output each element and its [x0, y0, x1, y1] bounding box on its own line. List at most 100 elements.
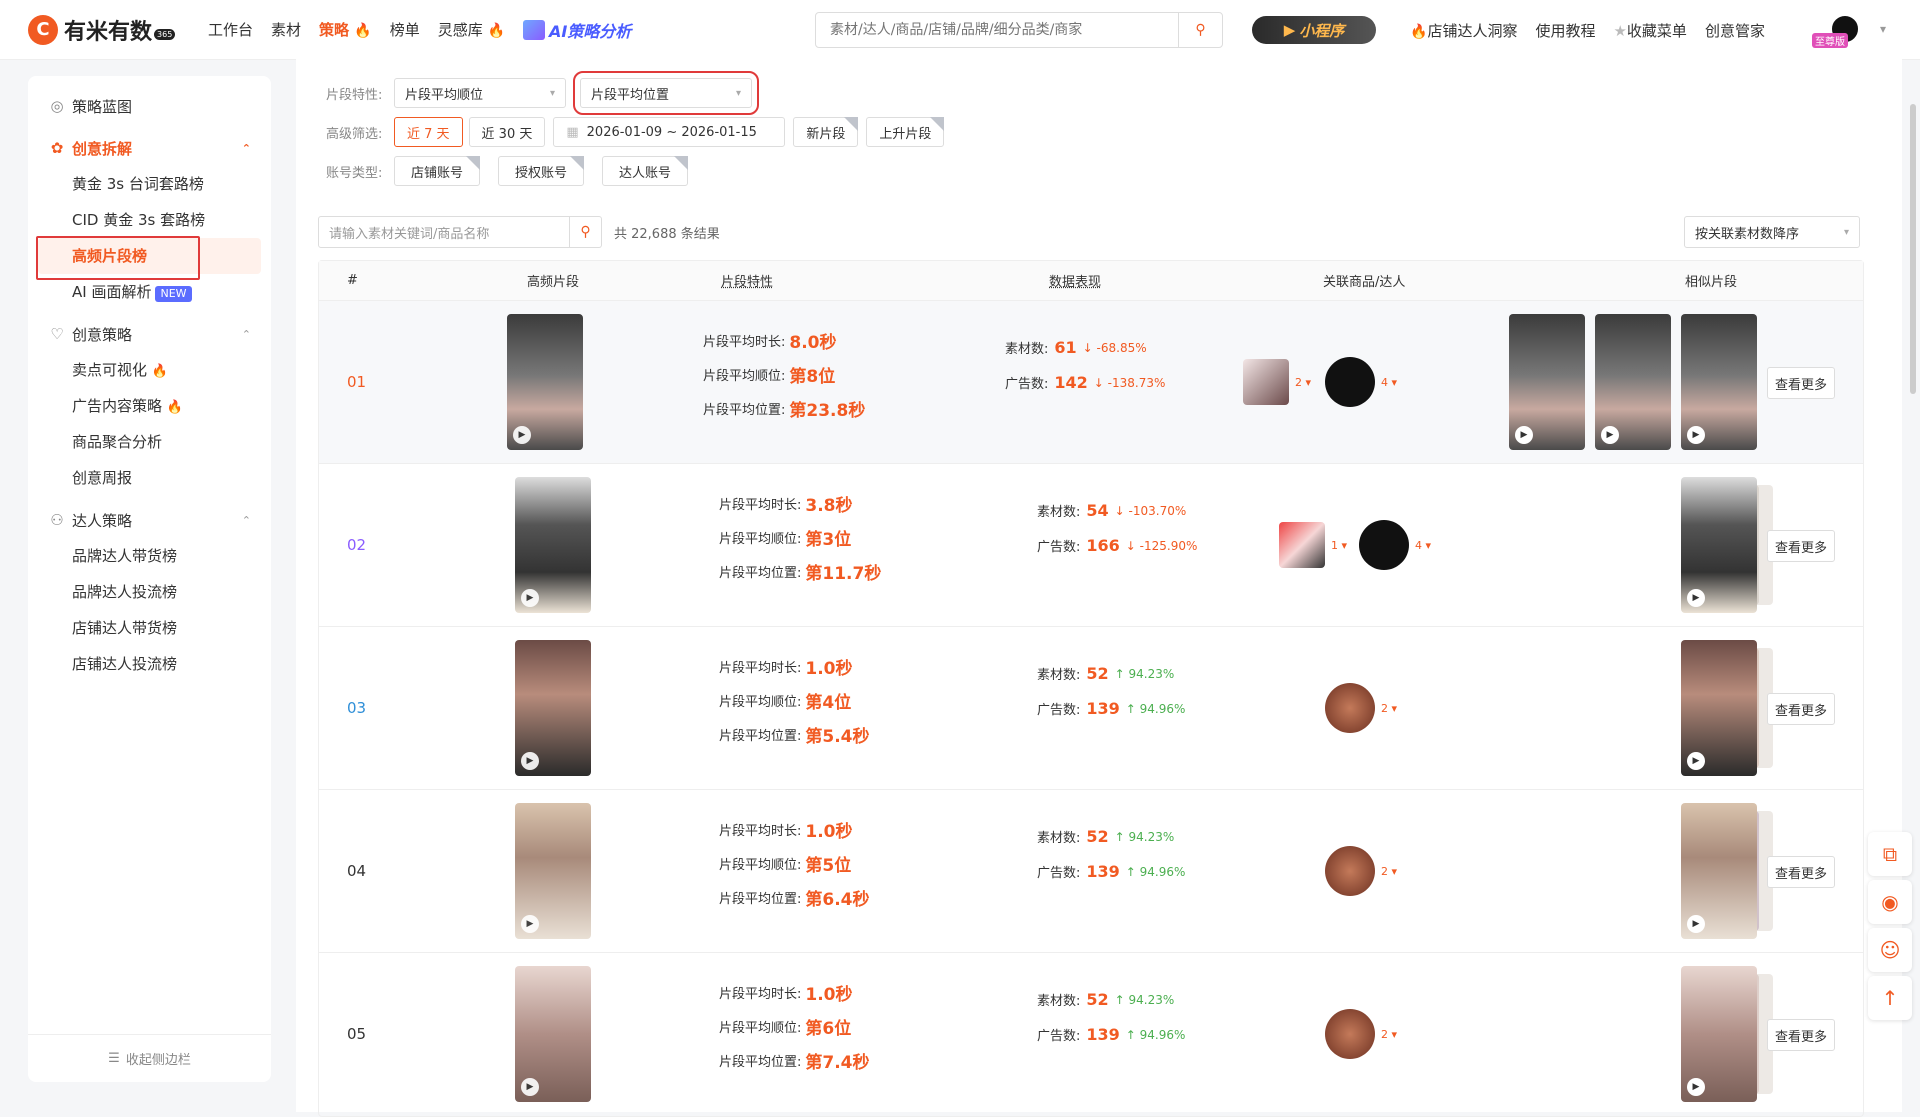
- sidebar-item-shop-kol-sales[interactable]: 店铺达人带货榜: [28, 610, 271, 646]
- nav-ranking[interactable]: 榜单: [390, 19, 420, 40]
- app-logo[interactable]: C 有米有数 365: [28, 14, 198, 46]
- check-corner-icon: [674, 156, 688, 170]
- rising-segment-toggle[interactable]: 上升片段: [866, 117, 945, 147]
- collapse-sidebar-button[interactable]: ☰ 收起侧边栏: [28, 1034, 271, 1082]
- table-row[interactable]: 02 ▶ 片段平均时长: 3.8秒 片段平均顺位: 第3位 片段平均位置: 第11.7…: [319, 464, 1863, 627]
- sidebar-item-brand-kol-ads[interactable]: 品牌达人投流榜: [28, 574, 271, 610]
- col-feature[interactable]: 片段特性: [721, 271, 773, 290]
- vs-compare-icon[interactable]: ◉: [1868, 880, 1912, 924]
- sidebar-item-cid-golden3s[interactable]: CID 黄金 3s 套路榜: [28, 202, 271, 238]
- play-icon: ▶: [1687, 915, 1705, 933]
- kol-avatar[interactable]: [1325, 1009, 1375, 1059]
- keyword-input[interactable]: 请输入素材关键词/商品名称: [318, 216, 570, 248]
- product-image[interactable]: [1243, 359, 1289, 405]
- sidebar-item-blueprint[interactable]: ◎ 策略蓝图: [28, 88, 271, 124]
- sidebar-item-product-agg[interactable]: 商品聚合分析: [28, 424, 271, 460]
- sidebar-item-high-freq[interactable]: 高频片段榜: [36, 236, 261, 280]
- kol-avatar[interactable]: [1325, 357, 1375, 407]
- segment-thumbnail[interactable]: ▶: [515, 803, 591, 939]
- nav-strategy[interactable]: 策略 🔥: [319, 19, 372, 40]
- kol-count[interactable]: 2 ▾: [1381, 865, 1397, 878]
- nav-ai-strategy[interactable]: AI策略分析: [522, 18, 631, 42]
- product-image[interactable]: [1279, 522, 1325, 568]
- kol-count[interactable]: 4 ▾: [1415, 539, 1431, 552]
- shop-account-toggle[interactable]: 店铺账号: [394, 156, 480, 186]
- sidebar-group-creative-breakdown[interactable]: ✿ 创意拆解 ⌃: [28, 130, 271, 166]
- sidebar-item-golden3s[interactable]: 黄金 3s 台词套路榜: [28, 166, 271, 202]
- similar-thumbnail[interactable]: ▶: [1681, 640, 1757, 776]
- similar-thumbnail[interactable]: ▶: [1595, 314, 1671, 450]
- view-more-button[interactable]: 查看更多: [1767, 367, 1835, 399]
- sidebar-group-creative-strategy[interactable]: ♡ 创意策略 ⌃: [28, 316, 271, 352]
- auth-account-toggle[interactable]: 授权账号: [498, 156, 584, 186]
- range-7d-button[interactable]: 近 7 天: [394, 117, 463, 147]
- kol-avatar[interactable]: [1359, 520, 1409, 570]
- similar-thumbnail[interactable]: ▶: [1681, 803, 1757, 939]
- main-nav: 工作台 素材 策略 🔥 榜单 灵感库 🔥 AI策略分析: [208, 18, 631, 42]
- shop-insight-link[interactable]: 🔥店铺达人洞察: [1410, 20, 1517, 41]
- sidebar-item-ad-content[interactable]: 广告内容策略 🔥: [28, 388, 271, 424]
- kol-count[interactable]: 2 ▾: [1381, 1028, 1397, 1041]
- feature-select-position[interactable]: 片段平均位置 ▾: [573, 71, 759, 115]
- segment-thumbnail[interactable]: ▶: [515, 640, 591, 776]
- search-icon[interactable]: ⚲: [1178, 13, 1222, 47]
- ads-label: 广告数:: [1005, 377, 1049, 392]
- segment-thumbnail[interactable]: ▶: [515, 477, 591, 613]
- date-range-picker[interactable]: ▦ 2026-01-09 ~ 2026-01-15: [553, 117, 786, 147]
- segment-thumbnail[interactable]: ▶: [515, 966, 591, 1102]
- sidebar-item-brand-kol-sales[interactable]: 品牌达人带货榜: [28, 538, 271, 574]
- table-row[interactable]: 04 ▶ 片段平均时长: 1.0秒 片段平均顺位: 第5位 片段平均位置: 第6.4秒…: [319, 790, 1863, 953]
- feature-select-rank[interactable]: 片段平均顺位 ▾: [394, 78, 566, 108]
- nav-workbench[interactable]: 工作台: [208, 19, 253, 40]
- kol-account-toggle[interactable]: 达人账号: [602, 156, 688, 186]
- kol-avatar[interactable]: [1325, 683, 1375, 733]
- favorite-menu-link[interactable]: ★收藏菜单: [1613, 20, 1686, 41]
- col-performance[interactable]: 数据表现: [1049, 271, 1101, 290]
- nav-inspiration[interactable]: 灵感库 🔥: [438, 19, 505, 40]
- view-more-button[interactable]: 查看更多: [1767, 856, 1835, 888]
- material-label: 素材数:: [1037, 994, 1081, 1009]
- sidebar-item-weekly[interactable]: 创意周报: [28, 460, 271, 496]
- check-corner-icon: [844, 117, 859, 131]
- scrollbar[interactable]: [1910, 104, 1916, 394]
- view-more-button[interactable]: 查看更多: [1767, 1019, 1835, 1051]
- new-segment-toggle[interactable]: 新片段: [793, 117, 859, 147]
- segment-thumbnail[interactable]: ▶: [507, 314, 583, 450]
- mini-program-button[interactable]: ▶ 小程序: [1252, 16, 1376, 44]
- search-input[interactable]: [816, 13, 1178, 47]
- sort-select[interactable]: 按关联素材数降序 ▾: [1684, 216, 1860, 248]
- table-row[interactable]: 05 ▶ 片段平均时长: 1.0秒 片段平均顺位: 第6位 片段平均位置: 第7.4秒…: [319, 953, 1863, 1116]
- rank-value: 第6位: [805, 1018, 852, 1039]
- similar-thumbnail[interactable]: ▶: [1681, 477, 1757, 613]
- sidebar-item-shop-kol-ads[interactable]: 店铺达人投流榜: [28, 646, 271, 682]
- similar-thumbnail[interactable]: ▶: [1681, 966, 1757, 1102]
- sidebar-group-kol-strategy[interactable]: ⚇ 达人策略 ⌃: [28, 502, 271, 538]
- kol-count[interactable]: 4 ▾: [1381, 376, 1397, 389]
- table-row[interactable]: 03 ▶ 片段平均时长: 1.0秒 片段平均顺位: 第4位 片段平均位置: 第5.4秒…: [319, 627, 1863, 790]
- user-menu[interactable]: 至尊版: [1812, 12, 1860, 48]
- table-row[interactable]: 01 ▶ 片段平均时长: 8.0秒 片段平均顺位: 第8位 片段平均位置: 第23.8…: [319, 301, 1863, 464]
- sidebar-item-ai-analysis[interactable]: AI 画面解析 NEW: [28, 274, 271, 310]
- nav-material[interactable]: 素材: [271, 19, 301, 40]
- row-index: 01: [347, 373, 367, 391]
- range-30d-button[interactable]: 近 30 天: [468, 117, 546, 147]
- search-icon[interactable]: ⚲: [570, 216, 602, 248]
- view-more-button[interactable]: 查看更多: [1767, 693, 1835, 725]
- similar-thumbnail[interactable]: ▶: [1509, 314, 1585, 450]
- duration-label: 片段平均时长:: [719, 660, 802, 676]
- back-to-top-icon[interactable]: ↑: [1868, 976, 1912, 1020]
- kol-count[interactable]: 2 ▾: [1381, 702, 1397, 715]
- tutorial-link[interactable]: 使用教程: [1535, 20, 1595, 41]
- kol-avatar[interactable]: [1325, 846, 1375, 896]
- chevron-down-icon[interactable]: ▾: [1880, 22, 1886, 36]
- segment-features: 片段平均时长: 1.0秒 片段平均顺位: 第4位 片段平均位置: 第5.4秒: [719, 649, 870, 751]
- product-count[interactable]: 2 ▾: [1295, 376, 1311, 389]
- similar-thumbnail[interactable]: ▶: [1681, 314, 1757, 450]
- view-more-button[interactable]: 查看更多: [1767, 530, 1835, 562]
- chat-icon[interactable]: ☺: [1868, 928, 1912, 972]
- performance-data: 素材数: 52 ↑ 94.23% 广告数: 139 ↑ 94.96%: [1037, 656, 1185, 726]
- sidebar-item-selling-point[interactable]: 卖点可视化 🔥: [28, 352, 271, 388]
- product-count[interactable]: 1 ▾: [1331, 539, 1347, 552]
- video-upload-icon[interactable]: ⧉: [1868, 832, 1912, 876]
- creative-manager-link[interactable]: 创意管家: [1705, 20, 1765, 41]
